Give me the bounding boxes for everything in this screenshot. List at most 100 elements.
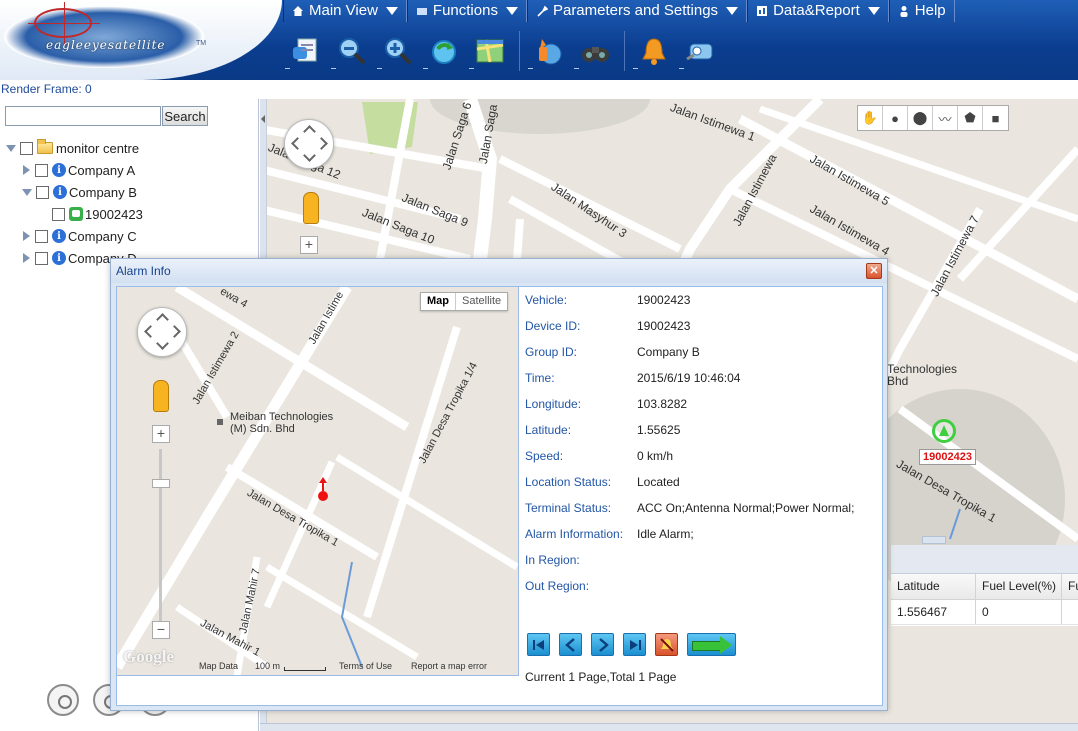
tree-node-label[interactable]: Company B xyxy=(69,185,137,200)
tree-node-root[interactable]: monitor centre xyxy=(6,137,143,159)
dialog-body: ewa 4 Jalan Istime Jalan Istimewa 2 Jala… xyxy=(116,286,883,706)
detail-value: ACC On;Antenna Normal;Power Normal; xyxy=(637,501,855,515)
polyline-icon: 〰 xyxy=(938,111,952,127)
search-input[interactable] xyxy=(5,106,161,126)
mini-map-zoom-in-button[interactable]: + xyxy=(152,425,170,443)
locate-target-icon[interactable] xyxy=(47,684,79,716)
map-pan-control[interactable] xyxy=(284,119,334,169)
alarm-info-dialog: Alarm Info ✕ ewa 4 Jalan Istime Jalan Is… xyxy=(110,258,888,711)
report-error-link[interactable]: Report a map error xyxy=(411,661,487,671)
tree-node-label[interactable]: Company A xyxy=(68,163,135,178)
street-view-pegman-icon[interactable] xyxy=(153,380,169,412)
tree-node-company[interactable]: i Company B xyxy=(6,181,143,203)
chevron-down-icon xyxy=(505,7,518,15)
alarm-location-pin-icon[interactable] xyxy=(318,477,328,501)
menu-main-view[interactable]: Main View xyxy=(283,0,407,22)
go-arrow-icon[interactable] xyxy=(687,633,736,656)
company-info-icon: i xyxy=(53,185,67,199)
detail-label: Location Status: xyxy=(525,475,612,489)
vehicle-marker-icon[interactable] xyxy=(932,419,956,443)
detail-row-latitude: Latitude: 1.55625 xyxy=(525,417,883,443)
polygon-icon: ⬟ xyxy=(964,110,976,125)
search-button[interactable]: Search xyxy=(162,106,208,126)
tree-node-company[interactable]: i Company C xyxy=(6,225,143,247)
detail-label: Group ID: xyxy=(525,345,578,359)
menu-help[interactable]: Help xyxy=(888,0,955,22)
speed-camera-button[interactable] xyxy=(677,31,723,71)
zoom-slider-track[interactable] xyxy=(159,449,162,625)
tree-checkbox[interactable] xyxy=(35,163,48,177)
tree-expand-toggle-icon[interactable] xyxy=(23,253,30,263)
pin-tool[interactable]: ● xyxy=(883,106,908,130)
column-header[interactable]: Latitude xyxy=(891,574,976,599)
polyline-tool[interactable]: 〰 xyxy=(933,106,958,130)
detail-label: Vehicle: xyxy=(525,293,568,307)
map-attribution: Map Data 100 m Terms of Use Report a map… xyxy=(117,659,517,674)
mini-map-pan-control[interactable] xyxy=(137,307,187,357)
last-page-button[interactable] xyxy=(623,633,646,656)
tree-node-label[interactable]: 19002423 xyxy=(85,207,143,222)
column-header[interactable]: Fuel Level(%) xyxy=(976,574,1062,599)
chevron-down-icon xyxy=(385,7,398,15)
vehicle-list-icon xyxy=(293,38,317,62)
tree-node-label[interactable]: monitor centre xyxy=(56,141,139,156)
tree-expand-toggle-icon[interactable] xyxy=(6,144,16,152)
table-row[interactable]: 1.556467 0 xyxy=(891,600,1078,625)
vehicle-list-button[interactable] xyxy=(283,31,329,71)
circle-tool[interactable]: ⬤ xyxy=(908,106,933,130)
tree-node-vehicle[interactable]: 19002423 xyxy=(6,203,143,225)
tree-checkbox[interactable] xyxy=(52,207,65,221)
tree-node-label[interactable]: Company C xyxy=(68,229,137,244)
detail-label: Out Region: xyxy=(525,579,590,593)
detail-row-location-status: Location Status: Located xyxy=(525,469,883,495)
detail-value: 19002423 xyxy=(637,319,691,333)
alarm-mini-map[interactable]: ewa 4 Jalan Istime Jalan Istimewa 2 Jala… xyxy=(117,287,519,676)
first-page-button[interactable] xyxy=(527,633,550,656)
mute-alarm-button[interactable] xyxy=(655,633,678,656)
vehicle-marker-label[interactable]: 19002423 xyxy=(919,449,976,465)
tree-expand-toggle-icon[interactable] xyxy=(22,188,32,196)
binoculars-button[interactable] xyxy=(572,31,618,71)
polygon-tool[interactable]: ⬟ xyxy=(958,106,983,130)
map-view-button[interactable] xyxy=(467,31,513,71)
menu-parameters-settings[interactable]: Parameters and Settings xyxy=(526,0,748,22)
menu-data-report[interactable]: Data&Report xyxy=(747,0,889,22)
rectangle-tool[interactable]: ■ xyxy=(983,106,1008,130)
fire-alarm-button[interactable] xyxy=(526,31,572,71)
map-zoom-in-button[interactable]: + xyxy=(300,236,318,254)
dialog-title[interactable]: Alarm Info xyxy=(111,259,887,283)
map-type-satellite-button[interactable]: Satellite xyxy=(456,293,507,310)
tree-checkbox[interactable] xyxy=(36,185,49,199)
tree-expand-toggle-icon[interactable] xyxy=(23,165,30,175)
mini-map-zoom-out-button[interactable]: − xyxy=(152,621,170,639)
tree-checkbox[interactable] xyxy=(35,229,48,243)
menu-functions[interactable]: Functions xyxy=(406,0,527,22)
mute-alarm-icon xyxy=(659,637,674,652)
detail-label: Time: xyxy=(525,371,555,385)
home-icon xyxy=(293,6,303,16)
refresh-button[interactable] xyxy=(421,31,467,71)
detail-label: Terminal Status: xyxy=(525,501,612,515)
zoom-in-button[interactable] xyxy=(375,31,421,71)
map-bottom-scrollbar[interactable] xyxy=(260,723,1078,731)
tree-node-company[interactable]: i Company A xyxy=(6,159,143,181)
map-type-map-button[interactable]: Map xyxy=(421,293,456,310)
panel-toggle-chevron-icon[interactable] xyxy=(922,536,946,544)
terms-link[interactable]: Terms of Use xyxy=(339,661,392,671)
tree-checkbox[interactable] xyxy=(20,141,33,155)
tree-checkbox[interactable] xyxy=(35,251,48,265)
map-data-link[interactable]: Map Data xyxy=(199,661,238,671)
prev-page-button[interactable] xyxy=(559,633,582,656)
paging-status: Current 1 Page,Total 1 Page xyxy=(525,670,677,684)
detail-row-device-id: Device ID: 19002423 xyxy=(525,313,883,339)
tree-expand-toggle-icon[interactable] xyxy=(23,231,30,241)
alarm-bell-button[interactable] xyxy=(631,31,677,71)
zoom-slider-handle[interactable] xyxy=(152,479,170,488)
detail-label: Speed: xyxy=(525,449,564,463)
street-view-pegman-icon[interactable] xyxy=(303,192,319,224)
next-page-button[interactable] xyxy=(591,633,614,656)
hand-pan-tool[interactable]: ✋ xyxy=(858,106,883,130)
close-icon[interactable]: ✕ xyxy=(866,263,882,279)
column-header[interactable]: Fu xyxy=(1062,574,1078,599)
zoom-out-button[interactable] xyxy=(329,31,375,71)
